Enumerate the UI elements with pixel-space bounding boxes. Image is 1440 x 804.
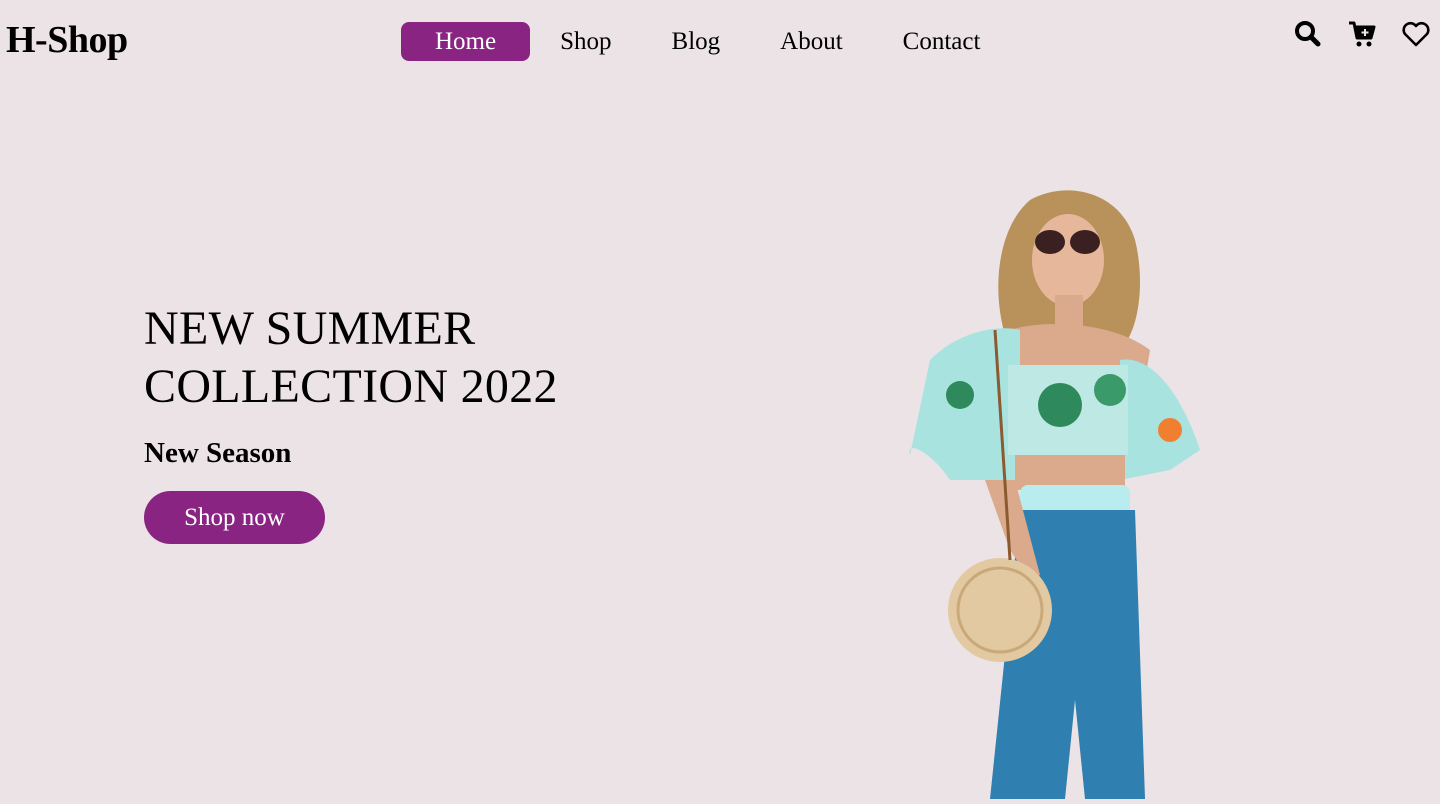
hero-title-line1: NEW SUMMER <box>144 302 476 355</box>
hero-title-line2: COLLECTION 2022 <box>144 360 558 413</box>
nav-home[interactable]: Home <box>401 22 531 61</box>
nav-shop[interactable]: Shop <box>530 22 641 61</box>
cart-icon[interactable] <box>1346 18 1378 50</box>
hero-model-image <box>890 180 1220 799</box>
logo[interactable]: H-Shop <box>6 18 128 62</box>
hero-title: NEW SUMMER COLLECTION 2022 <box>144 300 644 416</box>
header-icons <box>1292 18 1432 50</box>
main-nav: Home Shop Blog About Contact <box>401 22 1010 61</box>
nav-about[interactable]: About <box>750 22 873 61</box>
nav-blog[interactable]: Blog <box>642 22 751 61</box>
search-icon[interactable] <box>1292 18 1324 50</box>
shop-now-button[interactable]: Shop now <box>144 491 325 544</box>
heart-icon[interactable] <box>1400 18 1432 50</box>
hero-subtitle: New Season <box>144 437 292 469</box>
nav-contact[interactable]: Contact <box>873 22 1011 61</box>
